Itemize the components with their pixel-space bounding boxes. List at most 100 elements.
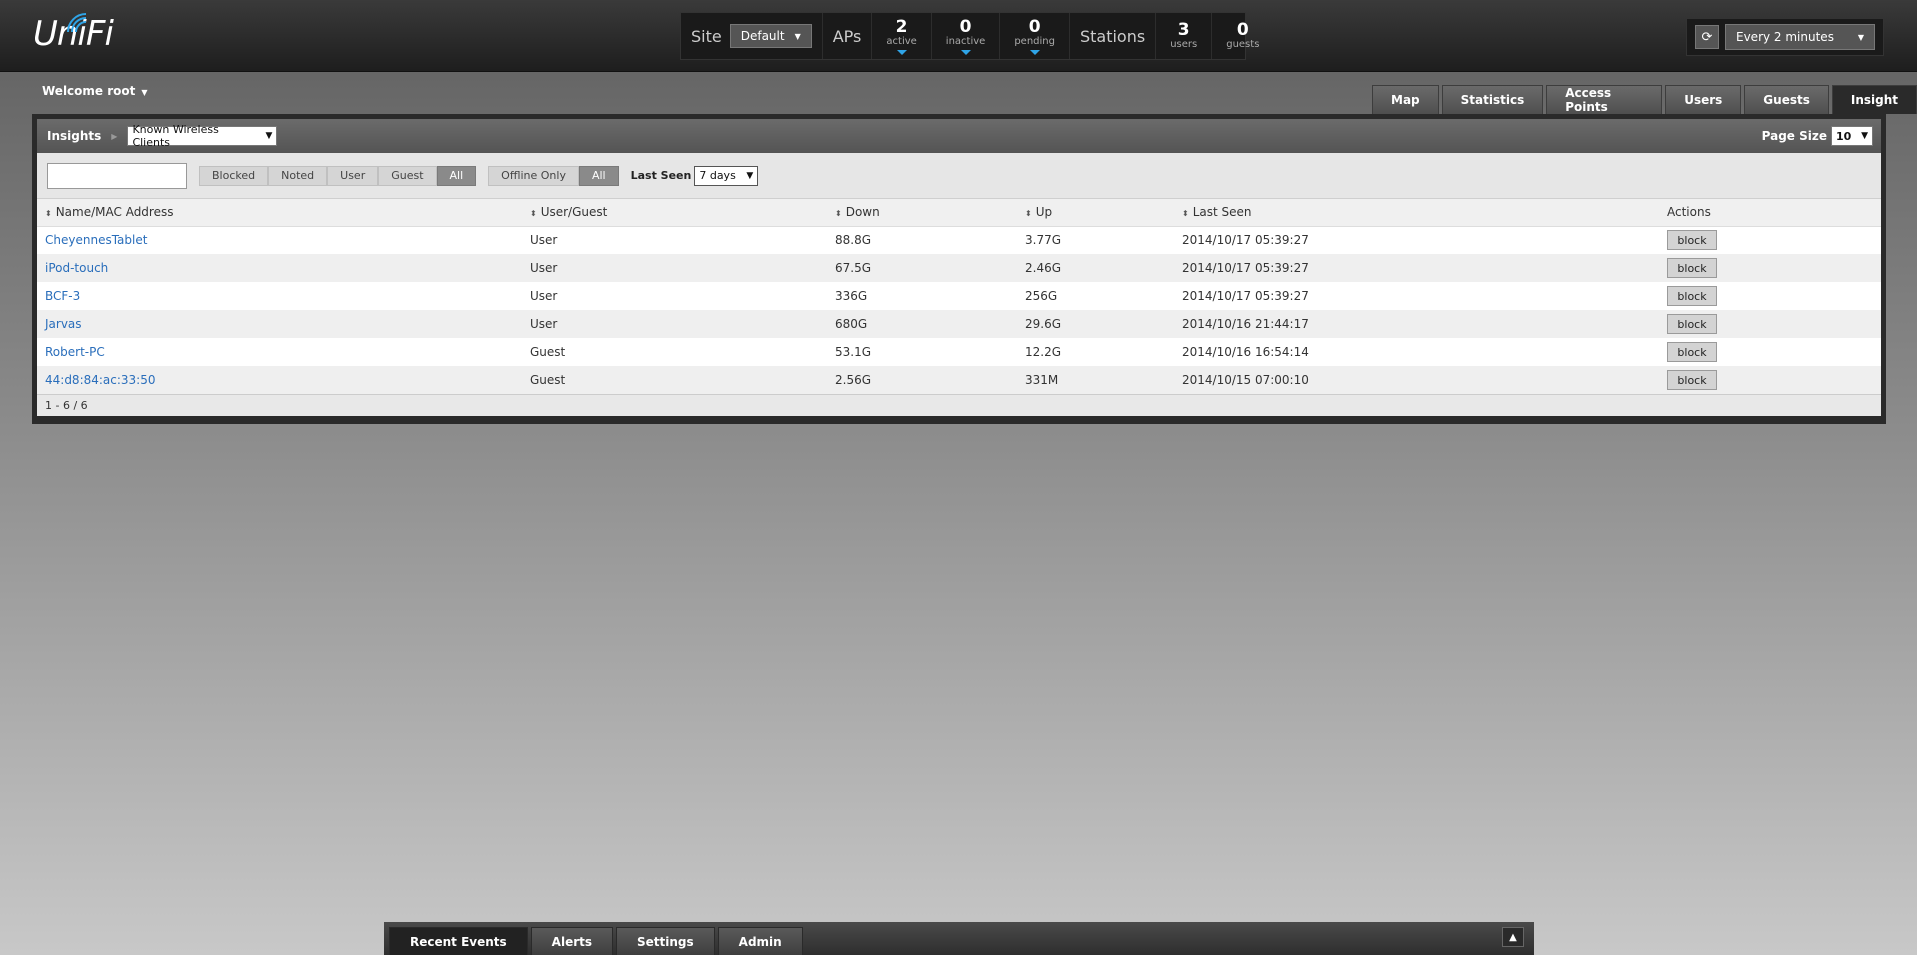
expand-triangle-icon — [1029, 49, 1040, 55]
block-button[interactable]: block — [1667, 342, 1717, 362]
client-up: 2.46G — [1017, 254, 1174, 282]
last-seen-label: Last Seen — [630, 169, 692, 182]
client-name-link[interactable]: Jarvas — [45, 317, 82, 331]
tab-users[interactable]: Users — [1665, 85, 1742, 114]
col-last-seen-header[interactable]: ⬍ Last Seen — [1174, 199, 1659, 227]
filter-row: Blocked Noted User Guest All Offline Onl… — [37, 153, 1881, 199]
search-input[interactable] — [47, 162, 187, 189]
bottom-panel-bar: Recent Events Alerts Settings Admin ▲ — [384, 922, 1534, 955]
tab-access-points[interactable]: Access Points — [1546, 85, 1663, 114]
refresh-controls: ⟳ Every 2 minutes ▼ — [1686, 18, 1884, 56]
stat-users-label: users — [1170, 39, 1198, 50]
table-row: iPod-touch User 67.5G 2.46G 2014/10/17 0… — [37, 254, 1881, 282]
site-group: Site Default ▼ — [681, 13, 823, 59]
client-name-link[interactable]: 44:d8:84:ac:33:50 — [45, 373, 156, 387]
tab-admin[interactable]: Admin — [717, 927, 803, 955]
stat-inactive-label: inactive — [945, 35, 986, 47]
page-size-value: 10 — [1836, 129, 1852, 143]
sort-icon: ⬍ — [1182, 209, 1189, 219]
aps-label: APs — [832, 26, 862, 46]
client-type: Guest — [522, 366, 827, 394]
filter-offline-only-button[interactable]: Offline Only — [488, 165, 579, 186]
expand-triangle-icon — [896, 49, 907, 55]
caret-down-icon: ▼ — [141, 88, 148, 97]
client-name-link[interactable]: iPod-touch — [45, 261, 108, 275]
tab-statistics[interactable]: Statistics — [1441, 85, 1544, 114]
refresh-interval-select[interactable]: Every 2 minutes ▼ — [1725, 24, 1875, 50]
table-row: CheyennesTablet User 88.8G 3.77G 2014/10… — [37, 226, 1881, 254]
client-last-seen: 2014/10/16 21:44:17 — [1174, 310, 1659, 338]
col-actions-header: Actions — [1659, 199, 1881, 227]
client-type: User — [530, 289, 558, 303]
stat-users: 3 users — [1156, 13, 1213, 59]
clients-table: ⬍ Name/MAC Address ⬍ User/Guest ⬍ Down ⬍ Up … — [37, 199, 1881, 394]
client-type: Guest — [530, 345, 566, 359]
tab-alerts[interactable]: Alerts — [530, 927, 614, 955]
stat-guests-label: guests — [1226, 39, 1260, 50]
insight-panel: Insights ▶ Known Wireless Clients ▼ Page… — [32, 114, 1886, 424]
filter-online-all-button[interactable]: All — [578, 165, 619, 186]
filter-all-button[interactable]: All — [436, 165, 477, 186]
client-type: User — [530, 233, 558, 248]
client-up: 3.77G — [1025, 233, 1062, 248]
client-down: 336G — [835, 289, 868, 303]
welcome-text: Welcome root — [42, 84, 136, 98]
stat-active[interactable]: 2 active — [872, 13, 932, 59]
tab-settings[interactable]: Settings — [616, 927, 715, 955]
client-up: 12.2G — [1025, 345, 1062, 359]
aps-group: APs — [823, 13, 873, 59]
filter-user-button[interactable]: User — [327, 165, 379, 186]
col-type-header[interactable]: ⬍ User/Guest — [522, 199, 827, 227]
refresh-icon[interactable]: ⟳ — [1695, 25, 1719, 49]
refresh-interval-value: Every 2 minutes — [1736, 30, 1834, 44]
client-up: 331M — [1017, 366, 1174, 394]
tab-insight[interactable]: Insight — [1831, 85, 1917, 114]
client-last-seen: 2014/10/15 07:00:10 — [1174, 366, 1659, 394]
tab-map[interactable]: Map — [1372, 85, 1439, 114]
site-stats-bar: Site Default ▼ APs 2 active 0 inactive 0… — [680, 12, 1259, 60]
col-name-header[interactable]: ⬍ Name/MAC Address — [37, 199, 522, 227]
block-button[interactable]: block — [1667, 370, 1717, 390]
page-size-control: Page Size 10 ▼ — [1762, 126, 1873, 146]
client-up: 29.6G — [1017, 310, 1174, 338]
block-button[interactable]: block — [1667, 258, 1717, 278]
client-type: User — [522, 310, 827, 338]
stations-label: Stations — [1079, 26, 1146, 46]
client-last-seen: 2014/10/17 05:39:27 — [1182, 289, 1309, 303]
client-name-link[interactable]: Robert-PC — [45, 345, 105, 359]
client-name-link[interactable]: BCF-3 — [45, 289, 80, 303]
caret-down-icon: ▼ — [794, 31, 801, 41]
tab-guests[interactable]: Guests — [1744, 85, 1829, 114]
last-seen-select[interactable]: 7 days ▼ — [694, 165, 759, 186]
stat-guests-count: 0 — [1236, 20, 1249, 40]
col-down-header[interactable]: ⬍ Down — [827, 199, 1017, 227]
client-down: 88.8G — [835, 233, 872, 248]
filter-noted-button[interactable]: Noted — [268, 165, 328, 186]
client-name-link[interactable]: CheyennesTablet — [45, 233, 147, 247]
page-size-select[interactable]: 10 ▼ — [1831, 126, 1873, 146]
stations-group: Stations — [1070, 13, 1157, 59]
block-button[interactable]: block — [1667, 286, 1717, 306]
stat-inactive-count: 0 — [959, 16, 972, 37]
insight-view-select[interactable]: Known Wireless Clients ▼ — [127, 123, 278, 149]
client-last-seen: 2014/10/17 05:39:27 — [1174, 254, 1659, 282]
caret-down-icon: ▼ — [265, 131, 273, 141]
block-button[interactable]: block — [1667, 314, 1717, 334]
welcome-menu[interactable]: Welcome root ▼ — [42, 84, 148, 98]
table-row: Jarvas User 680G 29.6G 2014/10/16 21:44:… — [37, 310, 1881, 338]
page-size-label: Page Size — [1761, 129, 1827, 143]
panel-title: Insights — [47, 129, 102, 143]
expand-up-icon[interactable]: ▲ — [1502, 927, 1524, 947]
wifi-wave-icon — [67, 13, 87, 33]
site-select[interactable]: Default ▼ — [729, 24, 812, 48]
stat-pending[interactable]: 0 pending — [1000, 13, 1070, 59]
stat-inactive[interactable]: 0 inactive — [932, 13, 1001, 59]
sort-icon: ⬍ — [1025, 209, 1032, 219]
filter-blocked-button[interactable]: Blocked — [199, 165, 269, 186]
tab-recent-events[interactable]: Recent Events — [389, 927, 528, 955]
client-down: 2.56G — [827, 366, 1017, 394]
col-up-header[interactable]: ⬍ Up — [1017, 199, 1174, 227]
filter-guest-button[interactable]: Guest — [378, 165, 437, 186]
chevron-right-icon: ▶ — [111, 131, 118, 141]
block-button[interactable]: block — [1667, 230, 1717, 251]
